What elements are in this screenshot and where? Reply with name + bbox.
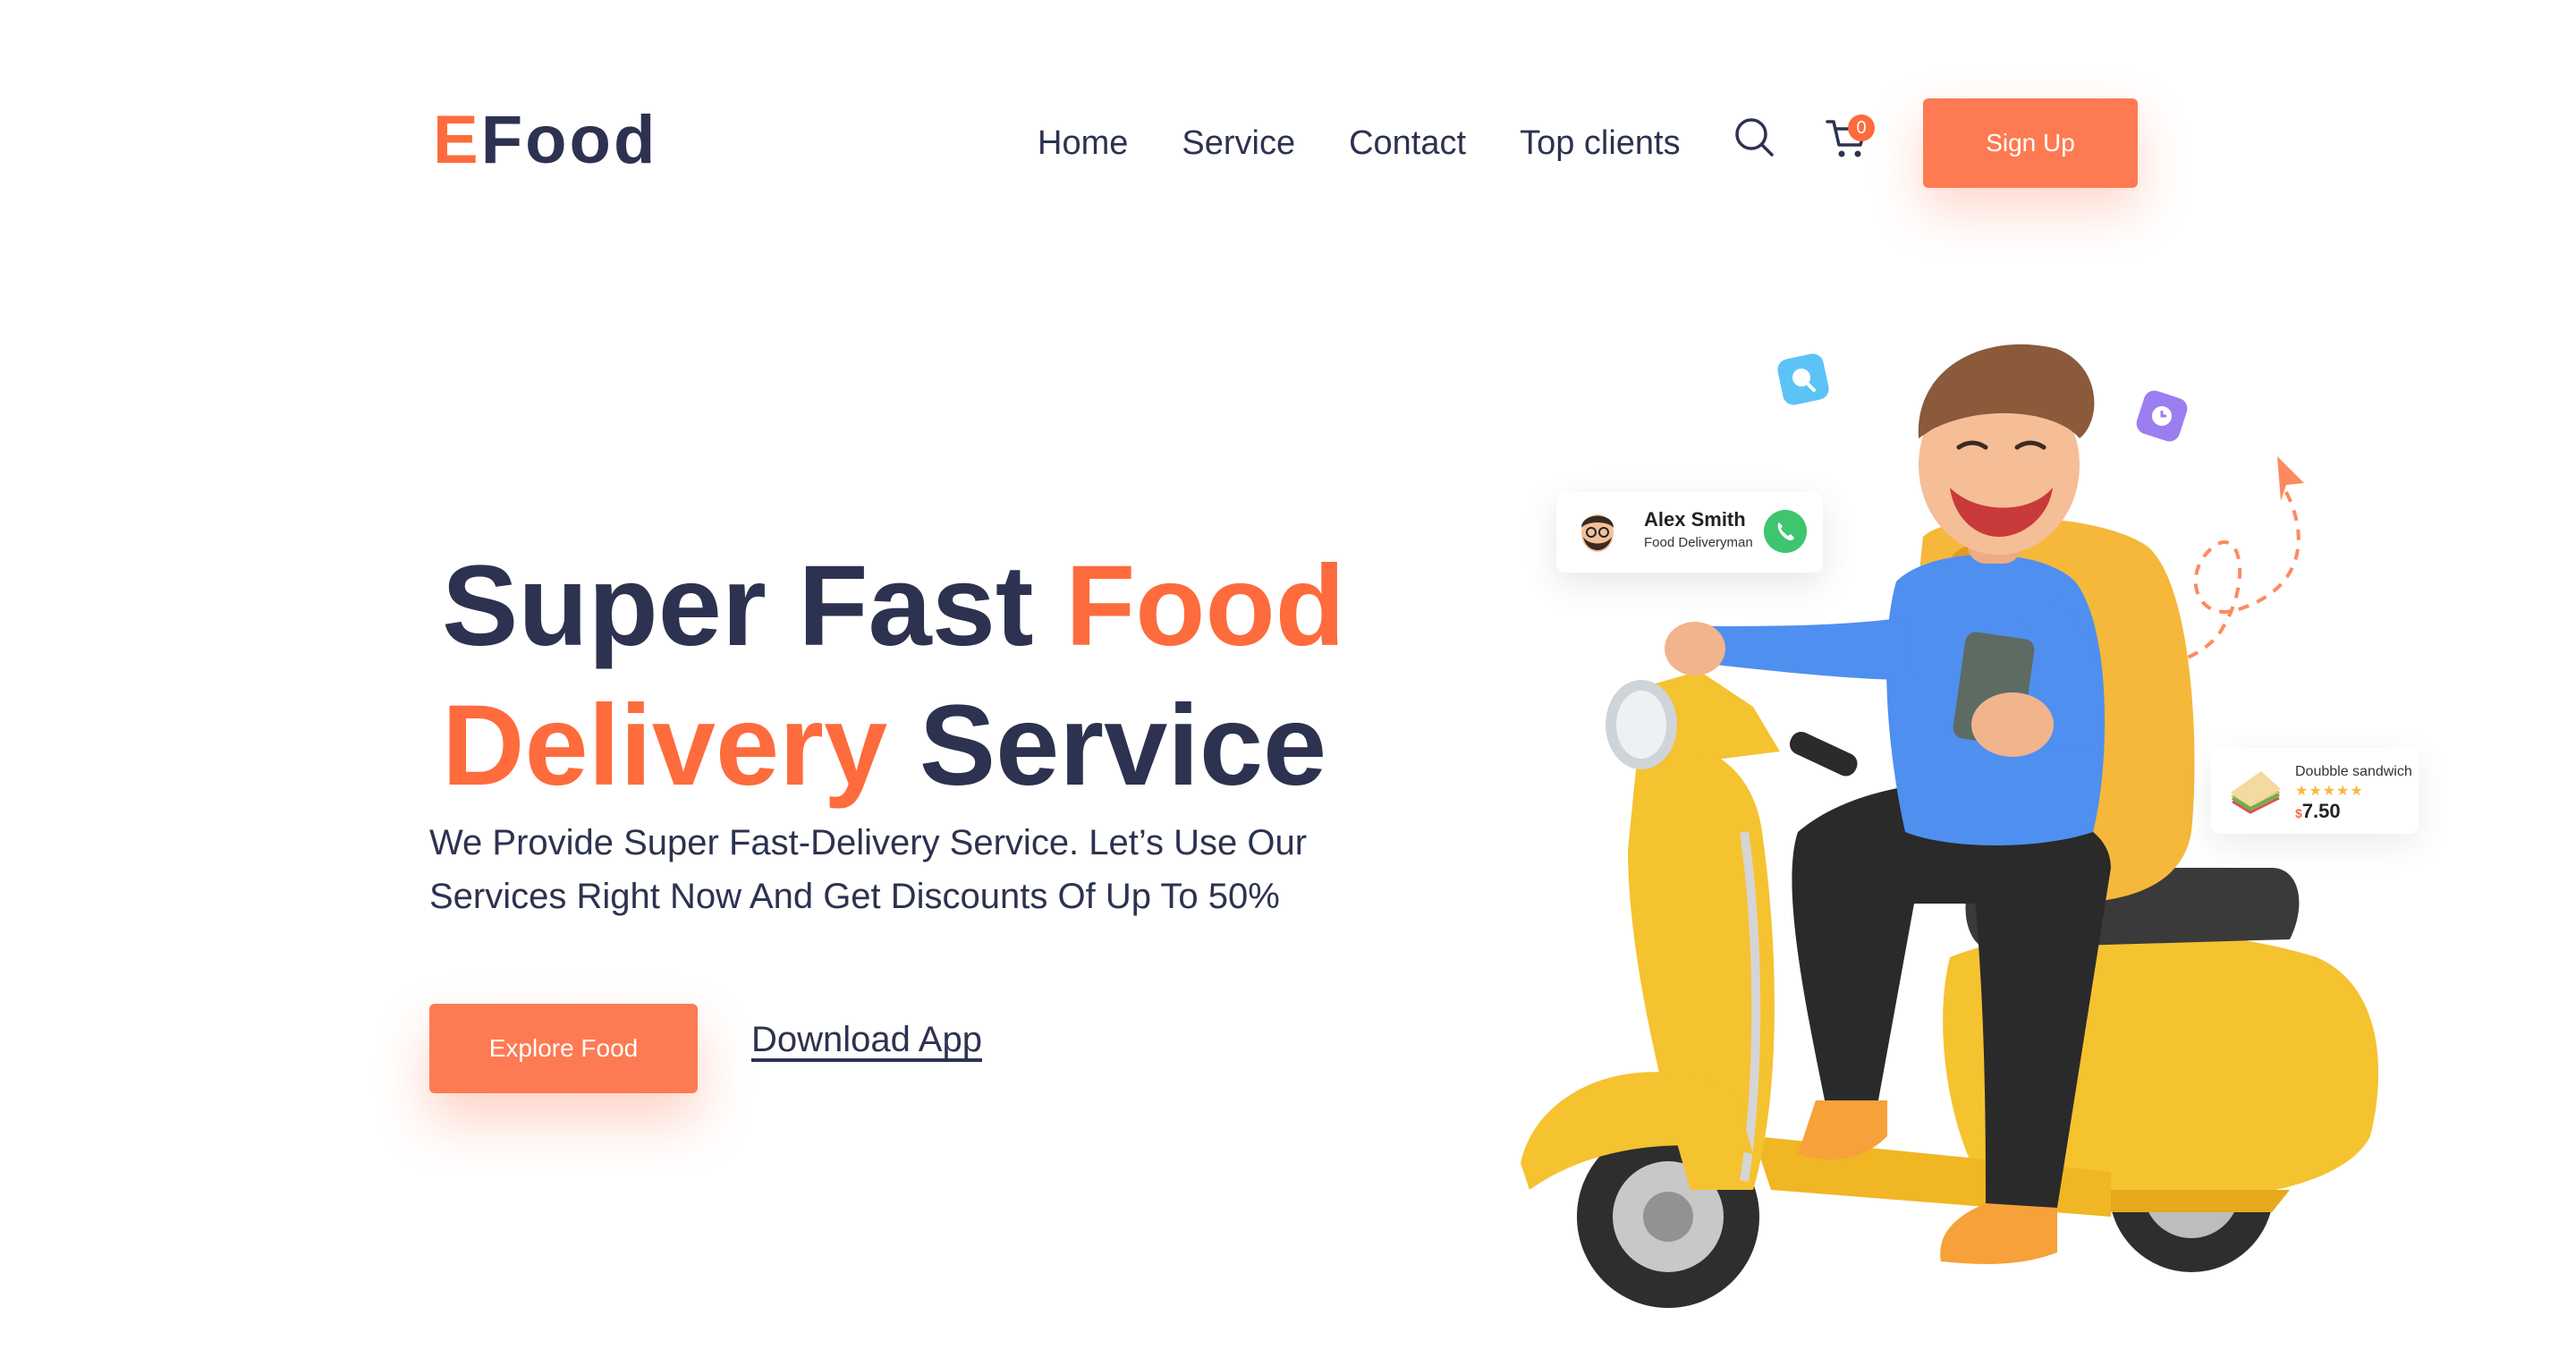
price-currency: $ [2295, 806, 2302, 820]
phone-icon[interactable] [1764, 510, 1807, 553]
headline-accent-food: Food [1065, 542, 1345, 670]
main-nav: Home Service Contact Top clients [1038, 115, 1681, 172]
food-card: Doubble sandwich ★★★★★ $7.50 [2211, 748, 2419, 834]
brand-logo[interactable]: EFood [433, 100, 657, 181]
headline-part-1: Super Fast [442, 542, 1066, 670]
food-name: Doubble sandwich [2295, 764, 2412, 779]
driver-avatar [1581, 514, 1614, 552]
nav-contact[interactable]: Contact [1349, 115, 1466, 172]
sandwich-image [2231, 771, 2281, 814]
food-price: $7.50 [2295, 800, 2341, 823]
search-icon[interactable] [1733, 116, 1775, 157]
cart-count-badge: 0 [1848, 115, 1875, 141]
headline-part-2: Service [887, 682, 1327, 810]
nav-service[interactable]: Service [1182, 115, 1295, 172]
download-app-link[interactable]: Download App [751, 1020, 982, 1060]
headline-accent-delivery: Delivery [442, 682, 888, 810]
hero-subtext: We Provide Super Fast-Delivery Service. … [429, 823, 1308, 916]
paper-plane-icon [2188, 456, 2304, 659]
driver-role: Food Deliveryman [1644, 535, 1753, 550]
price-value: 7.50 [2301, 800, 2341, 822]
nav-top-clients[interactable]: Top clients [1520, 115, 1681, 172]
logo-word: Food [480, 102, 658, 178]
explore-food-button[interactable]: Explore Food [429, 1004, 698, 1093]
driver-card: Alex Smith Food Deliveryman [1556, 492, 1823, 573]
sign-up-button[interactable]: Sign Up [1923, 98, 2138, 188]
driver-name: Alex Smith [1644, 508, 1746, 531]
hero-headline: Super Fast Food Delivery Service [442, 537, 1426, 816]
nav-home[interactable]: Home [1038, 115, 1128, 172]
food-rating-stars: ★★★★★ [2295, 784, 2364, 799]
floating-clock-icon [2136, 390, 2188, 442]
floating-search-icon [1777, 353, 1829, 405]
logo-letter-e: E [433, 102, 481, 178]
landing-page: EFood Home Service Contact Top clients 0… [0, 0, 2576, 1367]
